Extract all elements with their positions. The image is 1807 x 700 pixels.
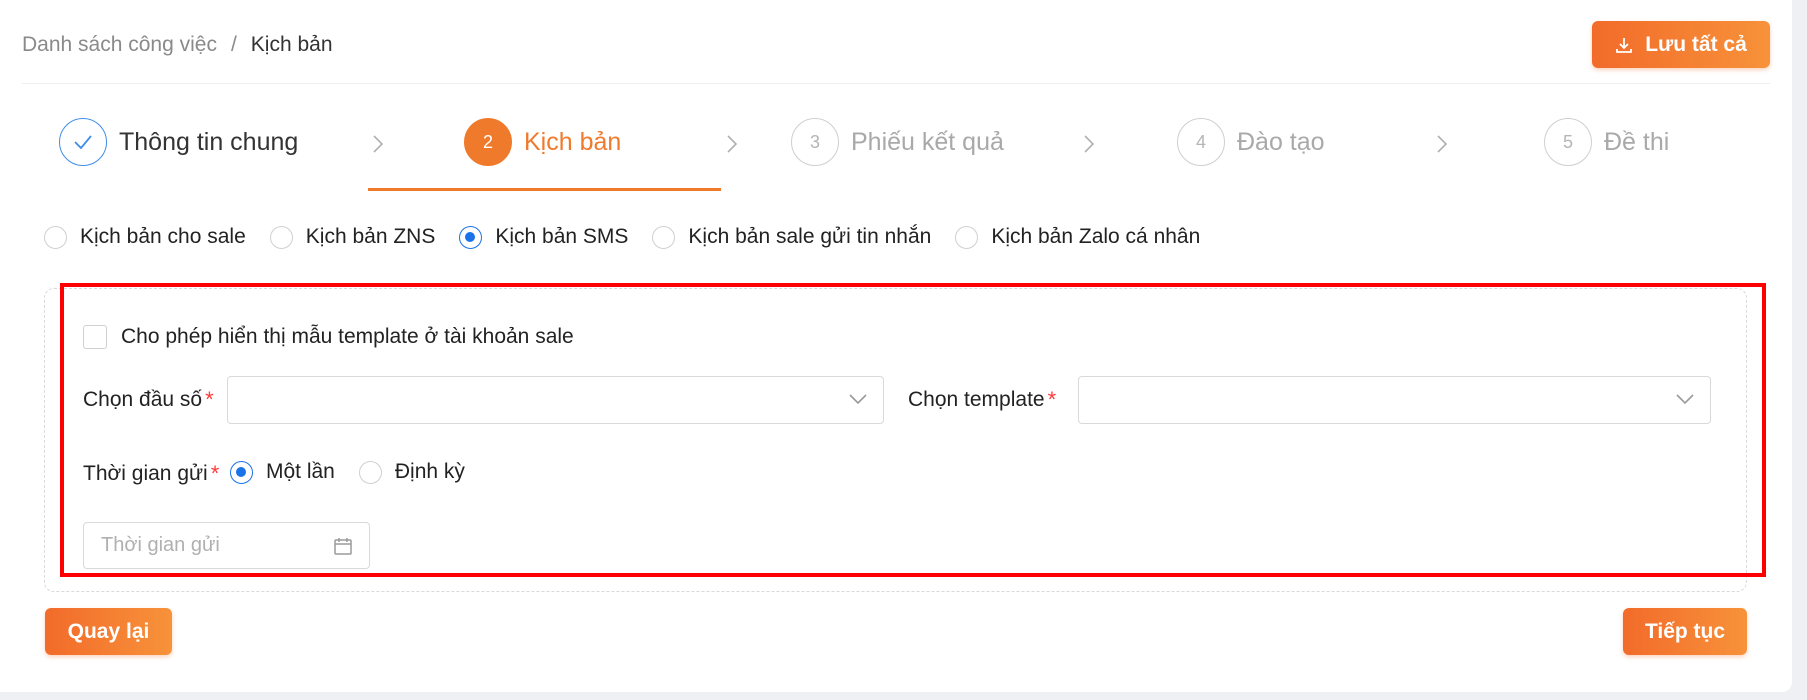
allow-template-checkbox[interactable]	[83, 325, 107, 349]
radio[interactable]	[358, 460, 382, 484]
send-time-input[interactable]	[101, 534, 311, 557]
step-general-info[interactable]: Thông tin chung	[59, 118, 298, 166]
save-all-label: Lưu tất cả	[1645, 32, 1747, 56]
send-time-group: Một lần Định kỳ	[230, 460, 489, 484]
send-time-once[interactable]: Một lần	[230, 460, 335, 484]
radio[interactable]	[269, 225, 293, 249]
radio[interactable]	[955, 225, 979, 249]
radio[interactable]	[44, 225, 67, 249]
script-type-sms[interactable]: Kịch bản SMS	[459, 225, 628, 249]
back-button[interactable]: Quay lại	[45, 608, 172, 655]
step-label: Đào tạo	[1237, 127, 1325, 156]
calendar-icon	[334, 538, 352, 555]
prefix-select[interactable]	[227, 376, 884, 424]
step-circle: 2	[464, 118, 512, 166]
chevron-down-icon	[849, 394, 867, 405]
step-circle: 5	[1544, 118, 1592, 166]
active-step-underline	[368, 188, 721, 191]
chevron-right-icon	[373, 135, 384, 153]
chevron-down-icon	[1676, 394, 1694, 405]
required-mark: *	[210, 461, 220, 486]
radio-checked[interactable]	[459, 225, 483, 249]
radio-label: Kịch bản cho sale	[80, 225, 246, 248]
step-label: Kịch bản	[524, 127, 622, 156]
prefix-label: Chọn đầu số *	[83, 387, 214, 413]
radio-label: Kịch bản sale gửi tin nhắn	[688, 225, 932, 248]
prefix-label-text: Chọn đầu số	[83, 388, 203, 411]
allow-template-checkbox-row[interactable]: Cho phép hiển thị mẫu template ở tài kho…	[83, 325, 574, 349]
step-circle: 4	[1177, 118, 1225, 166]
download-icon	[1616, 37, 1633, 53]
chevron-right-icon	[727, 135, 738, 153]
step-exam[interactable]: 5 Đề thi	[1544, 118, 1669, 166]
send-time-label-text: Thời gian gửi	[83, 462, 208, 485]
script-type-sale[interactable]: Kịch bản cho sale	[44, 225, 246, 249]
next-button[interactable]: Tiếp tục	[1623, 608, 1747, 655]
send-time-periodic[interactable]: Định kỳ	[358, 460, 465, 484]
chevron-right-icon	[1084, 135, 1095, 153]
radio[interactable]	[652, 225, 676, 249]
script-type-zalo-personal[interactable]: Kịch bản Zalo cá nhân	[955, 225, 1200, 249]
page-header: Danh sách công việc / Kịch bản Lưu tất c…	[22, 0, 1770, 84]
check-icon	[74, 135, 92, 150]
step-training[interactable]: 4 Đào tạo	[1177, 118, 1325, 166]
step-label: Phiếu kết quả	[851, 127, 1004, 156]
send-time-label: Thời gian gửi *	[83, 461, 219, 487]
allow-template-label: Cho phép hiển thị mẫu template ở tài kho…	[121, 325, 574, 348]
radio-label: Định kỳ	[394, 460, 465, 483]
radio-label: Kịch bản Zalo cá nhân	[991, 225, 1201, 248]
script-type-zns[interactable]: Kịch bản ZNS	[269, 225, 436, 249]
breadcrumb-parent[interactable]: Danh sách công việc	[22, 33, 217, 57]
template-label-text: Chọn template	[908, 388, 1045, 411]
save-all-button[interactable]: Lưu tất cả	[1592, 21, 1770, 68]
script-type-group: Kịch bản cho sale Kịch bản ZNS Kịch bản …	[44, 225, 1224, 249]
required-mark: *	[1047, 387, 1057, 412]
stepper: Thông tin chung 2 Kịch bản 3 Phiếu kết q…	[0, 96, 1792, 192]
radio-label: Kịch bản ZNS	[305, 225, 436, 248]
radio-label: Một lần	[266, 460, 335, 483]
required-mark: *	[205, 387, 214, 412]
step-script[interactable]: 2 Kịch bản	[464, 118, 621, 166]
radio-checked[interactable]	[230, 460, 253, 484]
chevron-right-icon	[1437, 135, 1448, 153]
step-result-form[interactable]: 3 Phiếu kết quả	[791, 118, 1004, 166]
step-label: Đề thi	[1604, 127, 1670, 156]
script-type-sale-message[interactable]: Kịch bản sale gửi tin nhắn	[652, 225, 931, 249]
page-card: Danh sách công việc / Kịch bản Lưu tất c…	[0, 0, 1792, 692]
breadcrumb: Danh sách công việc / Kịch bản	[22, 33, 333, 57]
send-time-picker[interactable]	[83, 522, 370, 569]
step-circle: 3	[791, 118, 839, 166]
template-label: Chọn template *	[908, 387, 1056, 413]
radio-label: Kịch bản SMS	[495, 225, 629, 248]
step-circle	[59, 118, 107, 166]
template-select[interactable]	[1078, 376, 1711, 424]
breadcrumb-current: Kịch bản	[250, 33, 333, 56]
step-label: Thông tin chung	[119, 127, 299, 156]
breadcrumb-separator: /	[230, 33, 237, 56]
